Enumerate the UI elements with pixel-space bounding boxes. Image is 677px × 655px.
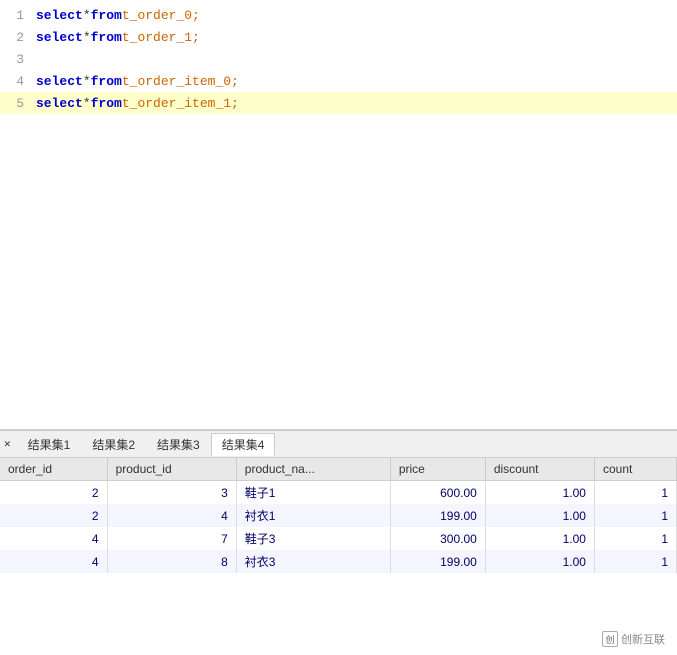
table-cell: 衬衣3 [236, 550, 390, 573]
tab-item[interactable]: 结果集1 [17, 433, 82, 456]
table-row: 48衬衣3199.001.001 [0, 550, 677, 573]
line-number: 2 [8, 30, 24, 45]
table-cell: 4 [0, 550, 107, 573]
table-header-cell: count [594, 458, 676, 481]
table-cell: 1 [594, 504, 676, 527]
table-cell: 300.00 [390, 527, 485, 550]
table-header: order_idproduct_idproduct_na...pricedisc… [0, 458, 677, 481]
line-number: 1 [8, 8, 24, 23]
table-row: 24衬衣1199.001.001 [0, 504, 677, 527]
table-cell: 3 [107, 481, 236, 505]
code-editor[interactable]: 1select * from t_order_0;2select * from … [0, 0, 677, 430]
code-line: 3 [0, 48, 677, 70]
table-cell: 1 [594, 481, 676, 505]
table-cell: 4 [107, 504, 236, 527]
table-cell: 4 [0, 527, 107, 550]
watermark-text: 创新互联 [621, 631, 665, 647]
tab-item[interactable]: 结果集3 [146, 433, 211, 456]
results-table: order_idproduct_idproduct_na...pricedisc… [0, 458, 677, 573]
table-header-cell: product_id [107, 458, 236, 481]
tab-item[interactable]: 结果集2 [81, 433, 146, 456]
table-cell: 衬衣1 [236, 504, 390, 527]
line-number: 5 [8, 96, 24, 111]
table-cell: 1.00 [485, 527, 594, 550]
table-cell: 1.00 [485, 504, 594, 527]
table-row: 47鞋子3300.001.001 [0, 527, 677, 550]
table-header-cell: discount [485, 458, 594, 481]
code-line: 5select * from t_order_item_1; [0, 92, 677, 114]
table-cell: 199.00 [390, 504, 485, 527]
table-cell: 2 [0, 504, 107, 527]
table-cell: 2 [0, 481, 107, 505]
tab-item[interactable]: 结果集4 [211, 433, 276, 456]
table-cell: 600.00 [390, 481, 485, 505]
line-number: 4 [8, 74, 24, 89]
code-line: 2select * from t_order_1; [0, 26, 677, 48]
watermark-icon: 创 [602, 631, 618, 647]
close-results-button[interactable]: ✕ [4, 437, 11, 451]
watermark: 创 创新互联 [598, 629, 669, 649]
table-header-cell: order_id [0, 458, 107, 481]
table-cell: 1.00 [485, 481, 594, 505]
table-cell: 1 [594, 527, 676, 550]
code-line: 1select * from t_order_0; [0, 4, 677, 26]
code-line: 4select * from t_order_item_0; [0, 70, 677, 92]
table-body: 23鞋子1600.001.00124衬衣1199.001.00147鞋子3300… [0, 481, 677, 574]
table-cell: 鞋子1 [236, 481, 390, 505]
table-cell: 鞋子3 [236, 527, 390, 550]
table-header-cell: price [390, 458, 485, 481]
line-number: 3 [8, 52, 24, 67]
table-header-row: order_idproduct_idproduct_na...pricedisc… [0, 458, 677, 481]
table-cell: 8 [107, 550, 236, 573]
results-table-wrapper: order_idproduct_idproduct_na...pricedisc… [0, 458, 677, 573]
table-cell: 1 [594, 550, 676, 573]
results-tabs-bar: ✕ 结果集1结果集2结果集3结果集4 [0, 430, 677, 458]
table-cell: 7 [107, 527, 236, 550]
table-cell: 199.00 [390, 550, 485, 573]
table-row: 23鞋子1600.001.001 [0, 481, 677, 505]
table-header-cell: product_na... [236, 458, 390, 481]
table-cell: 1.00 [485, 550, 594, 573]
